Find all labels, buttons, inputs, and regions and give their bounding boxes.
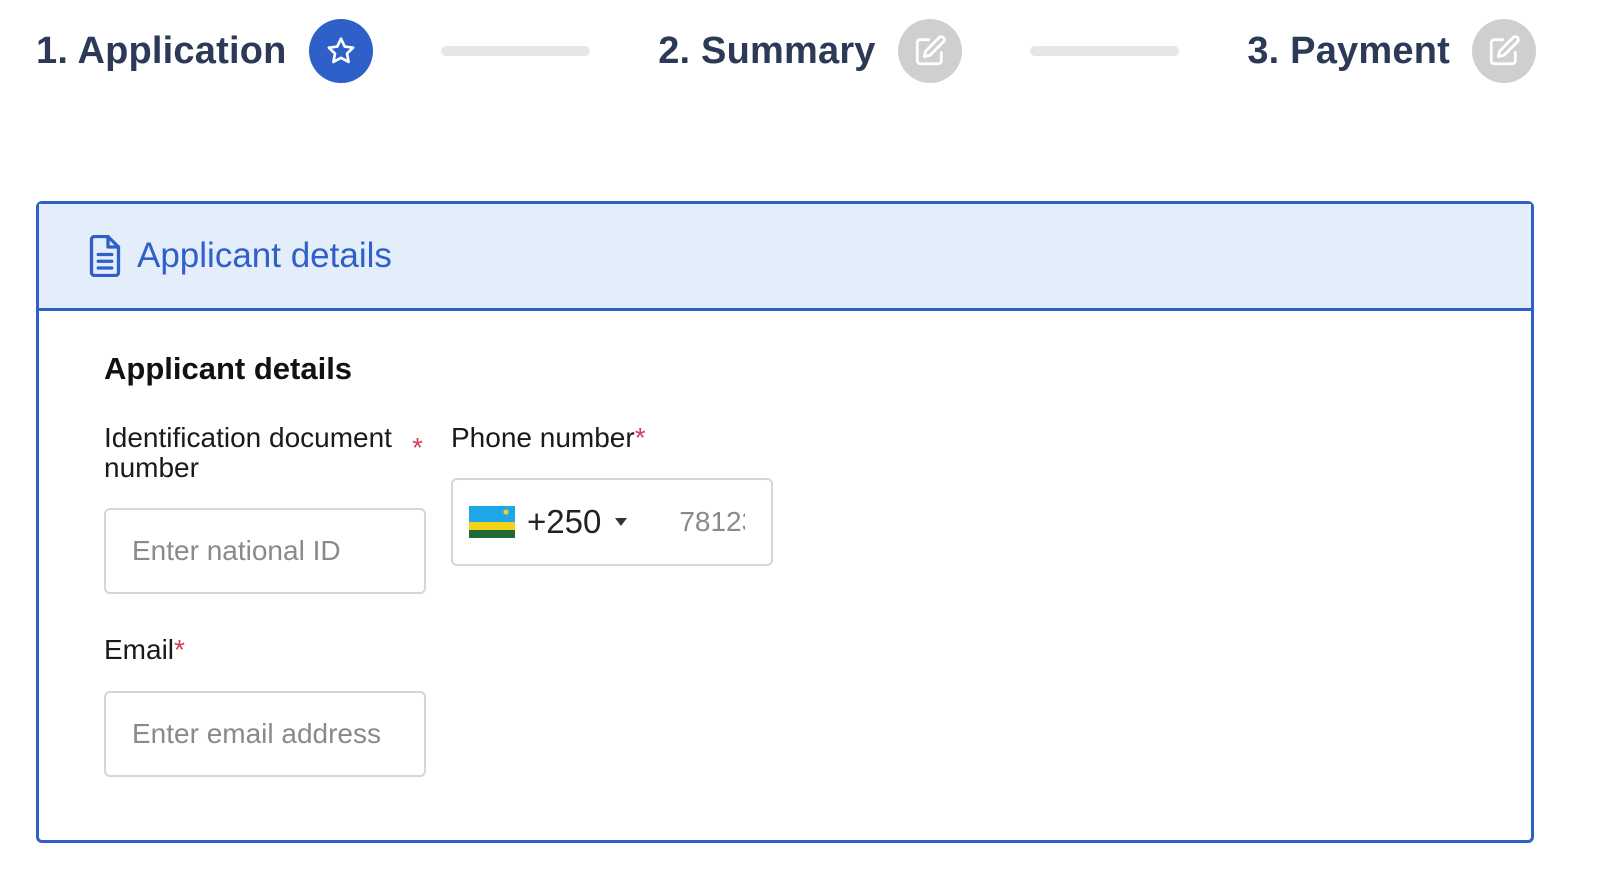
applicant-details-card: Applicant details Applicant details Iden…: [36, 201, 1534, 843]
edit-icon: [1471, 19, 1536, 83]
id-number-label: Identification document number *: [104, 423, 434, 483]
required-mark: *: [412, 432, 423, 463]
email-label-text: Email: [104, 634, 175, 665]
progress-stepper: 1. Application 2. Summary 3. Payment: [36, 18, 1536, 84]
id-number-input[interactable]: [106, 510, 424, 592]
phone-label: Phone number*: [451, 423, 646, 453]
step-label: 3. Payment: [1247, 29, 1450, 72]
phone-field[interactable]: +250: [451, 478, 773, 566]
dial-code: +250: [527, 503, 602, 540]
required-mark: *: [174, 634, 185, 665]
document-icon: [89, 235, 121, 277]
step-connector: [1029, 46, 1180, 56]
id-number-field[interactable]: [104, 508, 426, 594]
step-connector: [440, 46, 591, 56]
email-label: Email*: [104, 635, 185, 665]
step-payment[interactable]: 3. Payment: [1247, 19, 1536, 83]
email-input[interactable]: [106, 693, 424, 775]
star-icon: [308, 19, 373, 83]
section-title: Applicant details: [104, 351, 353, 386]
step-label: 2. Summary: [658, 29, 876, 72]
card-header[interactable]: Applicant details: [39, 204, 1531, 311]
chevron-down-icon: [615, 518, 628, 526]
step-label: 1. Application: [36, 29, 287, 72]
card-title: Applicant details: [137, 236, 392, 275]
email-field[interactable]: [104, 691, 426, 777]
rwanda-flag-icon: [469, 506, 515, 538]
step-summary[interactable]: 2. Summary: [658, 19, 962, 83]
required-mark: *: [634, 422, 646, 453]
country-code-select[interactable]: +250: [453, 480, 628, 564]
phone-input[interactable]: [653, 480, 771, 564]
phone-label-text: Phone number: [451, 422, 635, 453]
step-application[interactable]: 1. Application: [36, 19, 373, 83]
edit-icon: [897, 19, 962, 83]
id-number-label-text: Identification document number: [104, 422, 392, 483]
